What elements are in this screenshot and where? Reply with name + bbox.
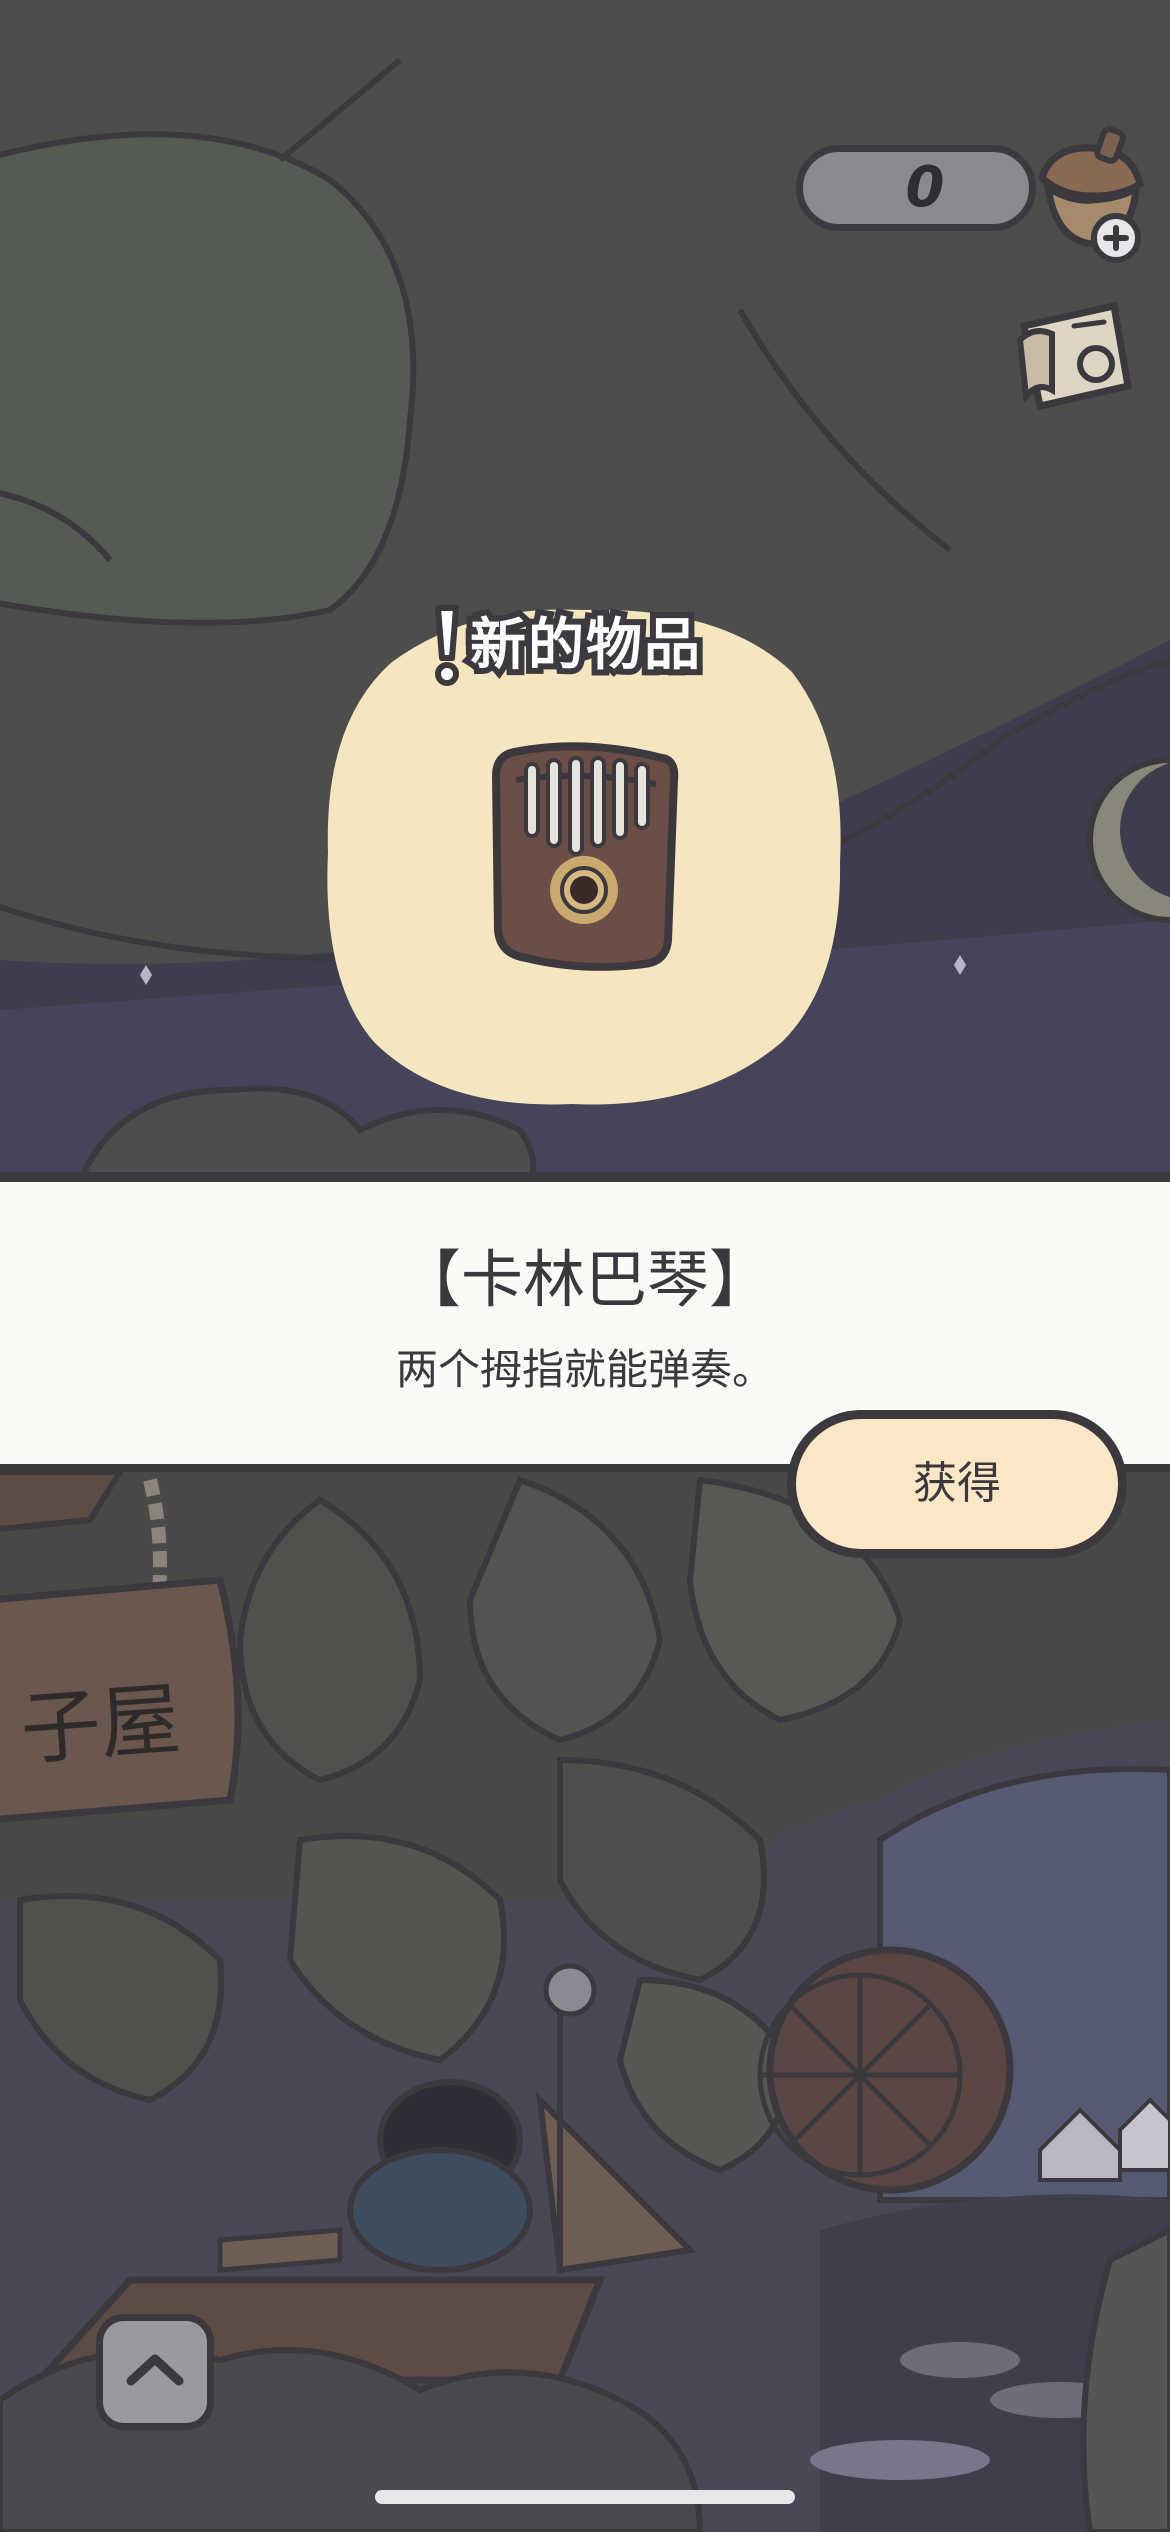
notes-icon[interactable] (1004, 286, 1144, 426)
collapse-button[interactable] (96, 2314, 214, 2430)
item-name: 【卡林巴琴】 (398, 1243, 771, 1316)
shop-sign-text: 子屋 (17, 1672, 184, 1777)
item-description: 两个拇指就能弹奏。 (395, 1345, 774, 1394)
exclamation-icon (428, 604, 464, 688)
acorn-count: 0 (905, 155, 945, 220)
acorn-plus-icon[interactable] (1012, 118, 1162, 268)
chevron-up-icon (126, 2354, 184, 2386)
home-indicator[interactable] (375, 2490, 795, 2504)
obtain-button[interactable]: 获得 (787, 1410, 1127, 1558)
new-item-label: 新的物品 (464, 607, 706, 684)
kalimba-icon (486, 740, 682, 976)
